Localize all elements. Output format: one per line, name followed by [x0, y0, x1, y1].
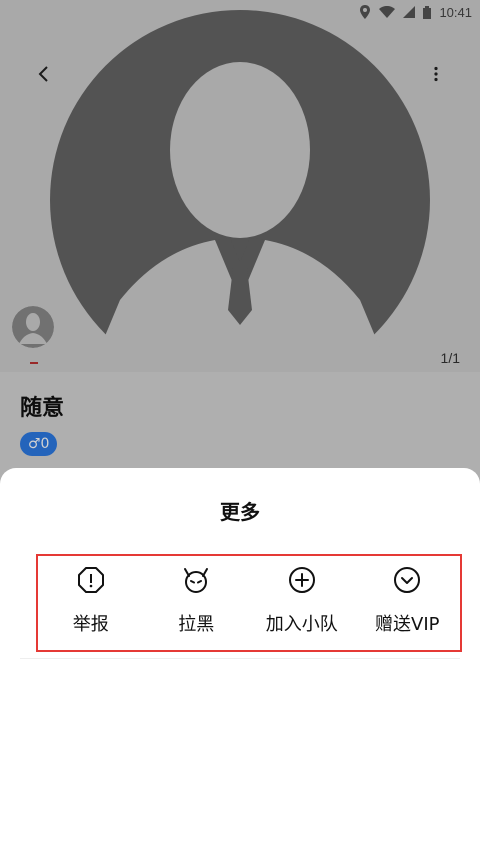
divider: [20, 658, 460, 659]
block-button[interactable]: 拉黑: [144, 556, 250, 650]
join-team-button[interactable]: 加入小队: [249, 556, 355, 650]
warning-shield-icon: [75, 564, 107, 596]
screen: 10:41 1/1 随意 ♂0 更多 举报 拉黑 加入小队 赠送VIP: [0, 0, 480, 854]
block-label: 拉黑: [178, 614, 215, 635]
report-button[interactable]: 举报: [38, 556, 144, 650]
more-bottom-sheet: 更多 举报 拉黑 加入小队 赠送VIP: [0, 468, 480, 854]
report-label: 举报: [72, 614, 109, 635]
gift-vip-button[interactable]: 赠送VIP: [355, 556, 461, 650]
join-team-label: 加入小队: [265, 614, 338, 635]
actions-row: 举报 拉黑 加入小队 赠送VIP: [36, 554, 462, 652]
devil-icon: [180, 564, 212, 596]
gift-vip-label: 赠送VIP: [375, 614, 440, 635]
plus-circle-icon: [286, 564, 318, 596]
sheet-title: 更多: [220, 500, 260, 524]
chevron-down-circle-icon: [391, 564, 423, 596]
